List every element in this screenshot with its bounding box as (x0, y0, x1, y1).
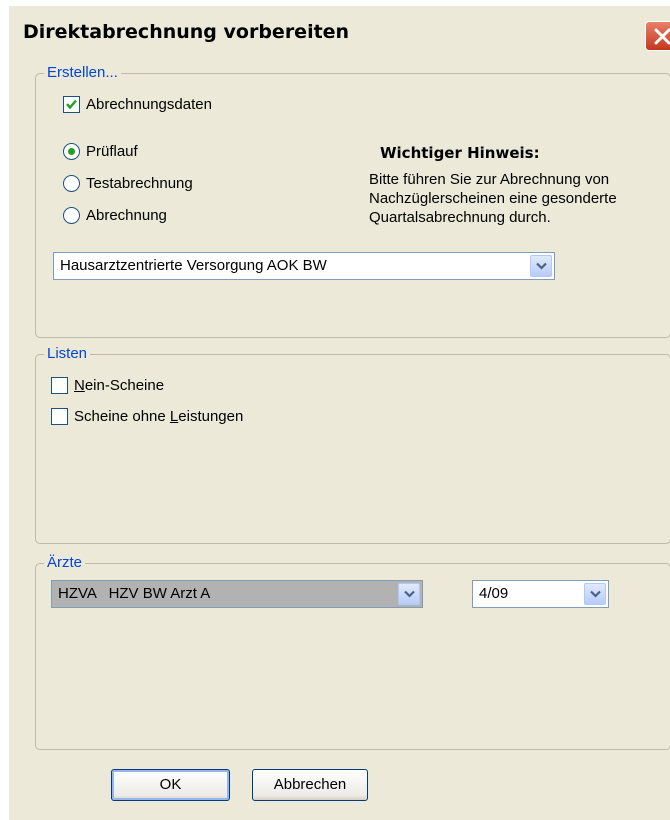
dropdown-button[interactable] (530, 255, 552, 277)
group-erstellen-legend: Erstellen... (44, 64, 121, 81)
checkmark-icon (66, 99, 77, 110)
radio-testabrechnung-label: Testabrechnung (86, 175, 193, 192)
radio-circle[interactable] (63, 143, 80, 160)
ok-button[interactable]: OK (111, 769, 230, 801)
chevron-down-icon (590, 590, 601, 598)
checkbox-box[interactable] (51, 377, 68, 394)
radio-selected-dot (68, 148, 75, 155)
scheine-ohne-leistungen-label: Scheine ohne Leistungen (74, 408, 244, 425)
radio-testabrechnung[interactable]: Testabrechnung (63, 175, 193, 192)
quarter-select[interactable]: 4/09 (472, 580, 609, 608)
group-aerzte: Ärzte HZVA HZV BW Arzt A 4/09 (35, 554, 670, 750)
nein-scheine-checkbox[interactable]: Nein-Scheine (51, 377, 164, 394)
scheine-ohne-leistungen-checkbox[interactable]: Scheine ohne Leistungen (51, 408, 243, 425)
cancel-button[interactable]: Abbrechen (252, 769, 368, 801)
window-title: Direktabrechnung vorbereiten (23, 21, 350, 43)
nein-scheine-label: Nein-Scheine (74, 377, 165, 394)
radio-abrechnung[interactable]: Abrechnung (63, 207, 167, 224)
dropdown-button[interactable] (584, 583, 606, 605)
select-value: Hausarztzentrierte Versorgung AOK BW (60, 257, 327, 274)
checkbox-box[interactable] (51, 408, 68, 425)
group-listen-legend: Listen (44, 345, 91, 362)
chevron-down-icon (404, 590, 415, 598)
radio-prueflauf-label: Prüflauf (86, 143, 138, 160)
radio-prueflauf[interactable]: Prüflauf (63, 143, 138, 160)
abrechnungsdaten-label: Abrechnungsdaten (86, 96, 212, 113)
group-aerzte-legend: Ärzte (44, 554, 86, 571)
title-bar[interactable]: Direktabrechnung vorbereiten (9, 6, 670, 58)
arzt-select[interactable]: HZVA HZV BW Arzt A (51, 580, 423, 608)
abrechnung-type-select[interactable]: Hausarztzentrierte Versorgung AOK BW (53, 252, 555, 280)
close-button[interactable] (645, 21, 670, 51)
select-value: 4/09 (479, 585, 509, 602)
dialog-window: Direktabrechnung vorbereiten Erstellen..… (9, 6, 670, 820)
note-line: Quartalsabrechnung durch. (369, 209, 551, 226)
group-listen: Listen Nein-Scheine Scheine ohne Leistun… (35, 345, 670, 544)
radio-abrechnung-label: Abrechnung (86, 207, 167, 224)
note-title: Wichtiger Hinweis: (380, 144, 540, 162)
checkbox-box[interactable] (63, 96, 80, 113)
radio-circle[interactable] (63, 207, 80, 224)
radio-circle[interactable] (63, 175, 80, 192)
chevron-down-icon (536, 262, 547, 270)
dropdown-button[interactable] (398, 583, 420, 605)
abrechnungsdaten-checkbox[interactable]: Abrechnungsdaten (63, 96, 212, 113)
group-erstellen: Erstellen... Abrechnungsdaten Prüflauf T… (35, 64, 670, 338)
note-line: Bitte führen Sie zur Abrechnung von (369, 171, 610, 188)
note-text: Bitte führen Sie zur Abrechnung von Nach… (369, 170, 617, 227)
select-value: HZVA HZV BW Arzt A (58, 585, 211, 602)
note-line: Nachzüglerscheinen eine gesonderte (369, 190, 617, 207)
close-icon (654, 28, 670, 45)
